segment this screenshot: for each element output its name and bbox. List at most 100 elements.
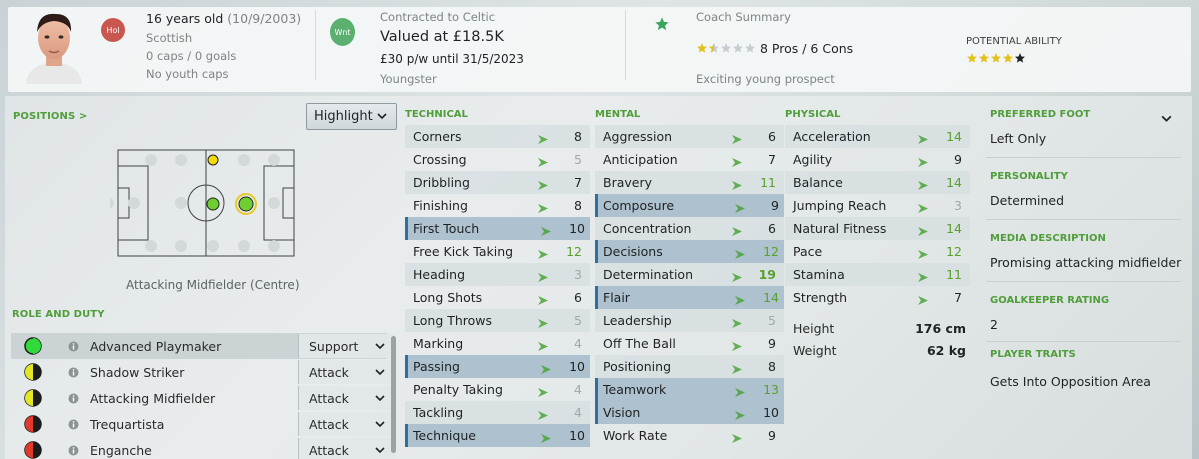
status-badge-label: Hol bbox=[106, 25, 120, 35]
role-scrollbar[interactable] bbox=[391, 336, 396, 453]
attribute-row[interactable]: Acceleration 14 bbox=[785, 125, 970, 148]
pros-cons[interactable]: 8 Pros / 6 Cons bbox=[760, 41, 853, 56]
goalkeeper-rating: 2 bbox=[990, 317, 998, 332]
attribute-value: 5 bbox=[768, 313, 776, 328]
role-name: Trequartista bbox=[90, 416, 165, 432]
attribute-row[interactable]: Natural Fitness 14 bbox=[785, 217, 970, 240]
wanted-badge-label: Wnt bbox=[334, 27, 351, 37]
attribute-row[interactable]: Long Shots 6 bbox=[405, 286, 590, 309]
attribute-row[interactable]: Dribbling 7 bbox=[405, 171, 590, 194]
attribute-value: 6 bbox=[768, 129, 776, 144]
attribute-row[interactable]: Strength 7 bbox=[785, 286, 970, 309]
attribute-row[interactable]: Bravery 11 bbox=[595, 171, 784, 194]
attribute-row[interactable]: Free Kick Taking 12 bbox=[405, 240, 590, 263]
attribute-name: Jumping Reach bbox=[793, 198, 887, 213]
attribute-name: Finishing bbox=[413, 198, 468, 213]
contract-club[interactable]: Contracted to Celtic bbox=[380, 10, 495, 24]
attribute-row[interactable]: Flair 14 bbox=[595, 286, 784, 309]
attribute-row[interactable]: Jumping Reach 3 bbox=[785, 194, 970, 217]
attribute-row[interactable]: Composure 9 bbox=[595, 194, 784, 217]
role-name: Attacking Midfielder bbox=[90, 390, 216, 406]
role-suitability-icon bbox=[24, 389, 42, 410]
trend-arrow-icon bbox=[732, 362, 742, 374]
duty-dropdown[interactable]: Attack bbox=[298, 412, 396, 436]
duty-dropdown[interactable]: Attack bbox=[298, 386, 396, 410]
attribute-row[interactable]: Finishing 8 bbox=[405, 194, 590, 217]
attribute-name: Acceleration bbox=[793, 129, 871, 144]
duty-dropdown[interactable]: Support bbox=[298, 334, 396, 358]
player-traits-label: PLAYER TRAITS bbox=[990, 349, 1076, 360]
attribute-row[interactable]: Anticipation 7 bbox=[595, 148, 784, 171]
attribute-row[interactable]: Concentration 6 bbox=[595, 217, 784, 240]
media-description: Promising attacking midfielder bbox=[990, 255, 1182, 270]
duty-dropdown[interactable]: Attack bbox=[298, 360, 396, 384]
player-value: Valued at £18.5K bbox=[380, 29, 504, 45]
role-row[interactable]: Enganche Attack bbox=[11, 437, 396, 459]
duty-dropdown[interactable]: Attack bbox=[298, 438, 396, 459]
attribute-name: Teamwork bbox=[603, 382, 667, 397]
divider bbox=[986, 157, 1181, 158]
role-row[interactable]: Attacking Midfielder Attack bbox=[11, 385, 396, 411]
attribute-row[interactable]: Off The Ball 9 bbox=[595, 332, 784, 355]
chevron-down-icon[interactable] bbox=[1160, 112, 1173, 128]
attribute-row[interactable]: Technique 10 bbox=[405, 424, 590, 447]
attribute-value: 14 bbox=[946, 221, 962, 236]
duty-value: Attack bbox=[309, 364, 349, 380]
positions-link[interactable]: POSITIONS > bbox=[13, 111, 87, 122]
attribute-row[interactable]: Leadership 5 bbox=[595, 309, 784, 332]
attribute-row[interactable]: Pace 12 bbox=[785, 240, 970, 263]
role-row[interactable]: Advanced Playmaker Support bbox=[11, 333, 396, 359]
attribute-value: 6 bbox=[768, 221, 776, 236]
attribute-row[interactable]: Passing 10 bbox=[405, 355, 590, 378]
trend-arrow-icon bbox=[735, 408, 745, 420]
player-trait[interactable]: Gets Into Opposition Area bbox=[990, 374, 1151, 389]
trend-arrow-icon bbox=[541, 224, 551, 236]
attribute-row[interactable]: Heading 3 bbox=[405, 263, 590, 286]
attribute-row[interactable]: Vision 10 bbox=[595, 401, 784, 424]
info-icon[interactable] bbox=[68, 418, 79, 433]
attribute-row[interactable]: Work Rate 9 bbox=[595, 424, 784, 447]
personality-label: PERSONALITY bbox=[990, 171, 1068, 182]
role-name: Shadow Striker bbox=[90, 364, 185, 380]
duty-value: Attack bbox=[309, 416, 349, 432]
attribute-name: Positioning bbox=[603, 359, 671, 374]
attribute-row[interactable]: Stamina 11 bbox=[785, 263, 970, 286]
trend-arrow-icon bbox=[918, 155, 928, 167]
attribute-row[interactable]: Determination 19 bbox=[595, 263, 784, 286]
coach-comment: Exciting young prospect bbox=[696, 72, 835, 86]
wage: £30 p/w until 31/5/2023 bbox=[380, 52, 524, 66]
attribute-row[interactable]: Teamwork 13 bbox=[595, 378, 784, 401]
attribute-name: Long Throws bbox=[413, 313, 493, 328]
attribute-row[interactable]: Marking 4 bbox=[405, 332, 590, 355]
age: 16 years old bbox=[146, 11, 224, 26]
info-icon[interactable] bbox=[68, 340, 79, 355]
attribute-value: 8 bbox=[574, 198, 582, 213]
attribute-row[interactable]: Penalty Taking 4 bbox=[405, 378, 590, 401]
info-icon[interactable] bbox=[68, 444, 79, 459]
attribute-value: 3 bbox=[954, 198, 962, 213]
role-row[interactable]: Trequartista Attack bbox=[11, 411, 396, 437]
preferred-foot-label: PREFERRED FOOT bbox=[990, 109, 1091, 120]
attribute-value: 7 bbox=[768, 152, 776, 167]
info-icon[interactable] bbox=[68, 392, 79, 407]
info-icon[interactable] bbox=[68, 366, 79, 381]
attribute-row[interactable]: Decisions 12 bbox=[595, 240, 784, 263]
attribute-row[interactable]: Balance 14 bbox=[785, 171, 970, 194]
trend-arrow-icon bbox=[918, 247, 928, 259]
attribute-row[interactable]: First Touch 10 bbox=[405, 217, 590, 240]
role-row[interactable]: Shadow Striker Attack bbox=[11, 359, 396, 385]
attribute-name: Aggression bbox=[603, 129, 673, 144]
attribute-row[interactable]: Corners 8 bbox=[405, 125, 590, 148]
attribute-row[interactable]: Agility 9 bbox=[785, 148, 970, 171]
attribute-row[interactable]: Crossing 5 bbox=[405, 148, 590, 171]
attribute-row[interactable]: Positioning 8 bbox=[595, 355, 784, 378]
highlight-dropdown[interactable]: Highlight bbox=[306, 103, 397, 130]
personality: Determined bbox=[990, 193, 1065, 208]
attribute-row[interactable]: Tackling 4 bbox=[405, 401, 590, 424]
youth-caps: No youth caps bbox=[146, 67, 229, 81]
attribute-row[interactable]: Aggression 6 bbox=[595, 125, 784, 148]
weight-label: Weight bbox=[793, 343, 837, 358]
attribute-row[interactable]: Long Throws 5 bbox=[405, 309, 590, 332]
duty-value: Attack bbox=[309, 442, 349, 458]
attribute-value: 10 bbox=[569, 359, 585, 374]
